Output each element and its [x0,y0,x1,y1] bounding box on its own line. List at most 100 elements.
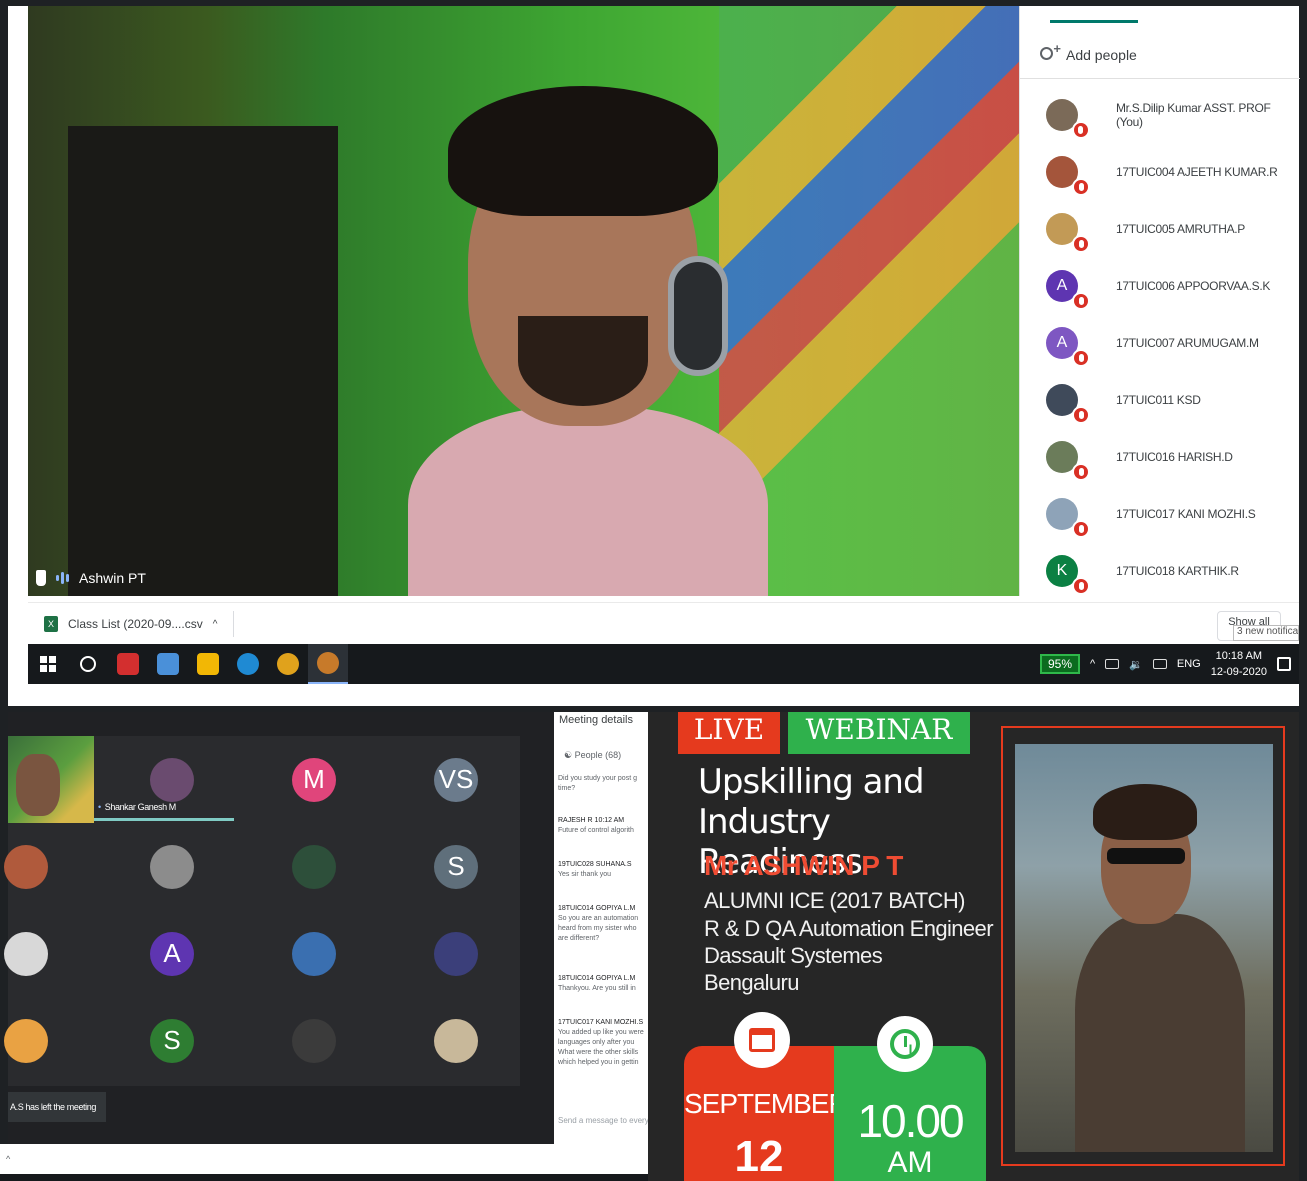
speaker-role: R & D QA Automation Engineer [704,916,994,941]
chat-message: 19TUIC028 SUHANA.S Yes sir thank you [558,860,648,880]
participant-tile[interactable] [250,823,378,910]
meeting-details-title[interactable]: Meeting details [559,714,633,726]
webinar-poster: LIVE WEBINAR Upskilling and Industry Rea… [648,712,1299,1181]
chevron-up-icon[interactable]: ^ [213,619,218,630]
windows-start-icon[interactable] [28,644,68,684]
mic-muted-icon [1072,462,1090,481]
avatar: VS [434,757,478,802]
pin-icon[interactable] [36,570,46,586]
chevron-up-icon[interactable]: ^ [1090,658,1095,670]
chat-message: 17TUIC017 KANI MOZHI.S You added up like … [558,1018,648,1068]
add-people-button[interactable]: Add people [1040,40,1137,70]
system-tray: 95% ^ 🔉 ENG 10:18 AM 12-09-2020 [1039,648,1299,680]
participant-row[interactable]: Mr.S.Dilip Kumar ASST. PROF (You) [1020,86,1300,143]
avatar: S [434,844,478,889]
participant-tile[interactable] [250,997,378,1084]
participant-row[interactable]: 17TUIC005 AMRUTHA.P [1020,200,1300,257]
participant-row[interactable]: K 17TUIC018 KARTHIK.R [1020,542,1300,599]
participant-tile[interactable] [0,910,90,997]
keyboard-icon[interactable] [1152,659,1167,669]
notification-toast[interactable]: 3 new notificat [1233,625,1299,641]
taskbar-clock[interactable]: 10:18 AM 12-09-2020 [1211,648,1267,680]
participant-row[interactable]: A 17TUIC006 APPOORVAA.S.K [1020,257,1300,314]
taskbar-apps [108,644,348,684]
self-video-tile[interactable] [8,736,94,823]
language-indicator[interactable]: ENG [1177,658,1201,670]
date-month: SEPTEMBER [684,1088,849,1119]
avatar [292,1018,336,1063]
people-icon: ☯ [564,750,573,760]
edge-icon[interactable] [228,644,268,684]
participant-tile[interactable]: S [392,823,520,910]
participant-tile[interactable]: VS [392,736,520,823]
chevron-up-icon[interactable]: ^ [6,1154,10,1164]
panel-divider [1020,78,1300,79]
battery-indicator[interactable]: 95% [1039,654,1080,674]
avatar [434,931,478,976]
participant-tile[interactable] [392,997,520,1084]
participant-tile[interactable] [108,823,236,910]
avatar: A [1046,269,1090,310]
participant-name: Mr.S.Dilip Kumar ASST. PROF (You) [1115,100,1271,129]
clock-date: 12-09-2020 [1210,666,1267,678]
windows-taskbar: 95% ^ 🔉 ENG 10:18 AM 12-09-2020 [28,644,1299,684]
add-person-icon [1040,41,1061,63]
chat-message: Did you study your post g time? [558,774,648,794]
speaker-photo [1015,744,1273,1152]
acrobat-icon[interactable] [108,644,148,684]
chat-sender: 17TUIC017 KANI MOZHI.S [558,1019,644,1026]
paint-icon[interactable] [148,644,188,684]
speaker-photo-frame [1001,726,1285,1166]
participant-tile[interactable] [392,910,520,997]
participant-tile[interactable] [0,823,90,910]
speaker-photo-hair [1093,784,1197,840]
chat-text: Did you study your post g time? [558,775,637,792]
participant-row[interactable]: 17TUIC017 KANI MOZHI.S [1020,485,1300,542]
participant-row[interactable]: 17TUIC011 KSD [1020,371,1300,428]
participant-name: 17TUIC018 KARTHIK.R [1116,563,1239,578]
excel-file-icon: X [44,616,58,632]
participant-row[interactable]: 17TUIC004 AJEETH KUMAR.R [1020,143,1300,200]
search-icon[interactable] [68,644,108,684]
participant-row[interactable]: A 17TUIC007 ARUMUGAM.M [1020,314,1300,371]
participant-tile[interactable] [108,736,236,823]
avatar [292,844,336,889]
avatar: S [150,1018,194,1063]
video-person-body [408,406,768,596]
bottom-taskbar-edge [0,1174,648,1181]
action-center-icon[interactable] [1277,657,1291,671]
speaker-location: Bengaluru [704,970,800,995]
webinar-badge: WEBINAR [788,712,970,754]
participant-tile[interactable]: M [250,736,378,823]
add-people-label: Add people [1066,47,1137,63]
date-day: 12 [734,1132,784,1181]
avatar [1046,383,1090,424]
chrome-beta-icon[interactable] [308,644,348,684]
people-count-tab[interactable]: ☯ People (68) [564,750,621,761]
chat-input[interactable]: Send a message to everyo [558,1116,648,1125]
mic-muted-icon [1072,576,1090,595]
file-explorer-icon[interactable] [188,644,228,684]
speaker-photo-body [1075,914,1245,1152]
mic-muted-icon [1072,405,1090,424]
participant-grid: • Shankar Ganesh M M VS S A S [4,736,520,1086]
participant-tile[interactable]: S [108,997,236,1084]
download-item[interactable]: X Class List (2020-09....csv ^ [44,611,235,637]
time-ampm: AM [887,1146,933,1179]
network-icon[interactable] [1105,659,1120,669]
avatar: A [1046,326,1090,367]
participant-tile[interactable] [0,997,90,1084]
chrome-icon[interactable] [268,644,308,684]
volume-icon[interactable]: 🔉 [1129,658,1143,671]
participant-row[interactable]: 17TUIC016 HARISH.D [1020,428,1300,485]
participant-tile[interactable] [250,910,378,997]
avatar [1046,440,1090,481]
live-badge: LIVE [678,712,780,754]
mic-muted-icon [1072,519,1090,538]
participant-name: 17TUIC007 ARUMUGAM.M [1116,335,1259,350]
chat-message: RAJESH R 10:12 AM Future of control algor… [558,816,648,836]
speaker-name: Mr ASHWIN P T [704,850,903,881]
speaking-indicator-icon: • [98,802,101,812]
mic-muted-icon [1072,234,1090,253]
participant-tile[interactable]: A [108,910,236,997]
